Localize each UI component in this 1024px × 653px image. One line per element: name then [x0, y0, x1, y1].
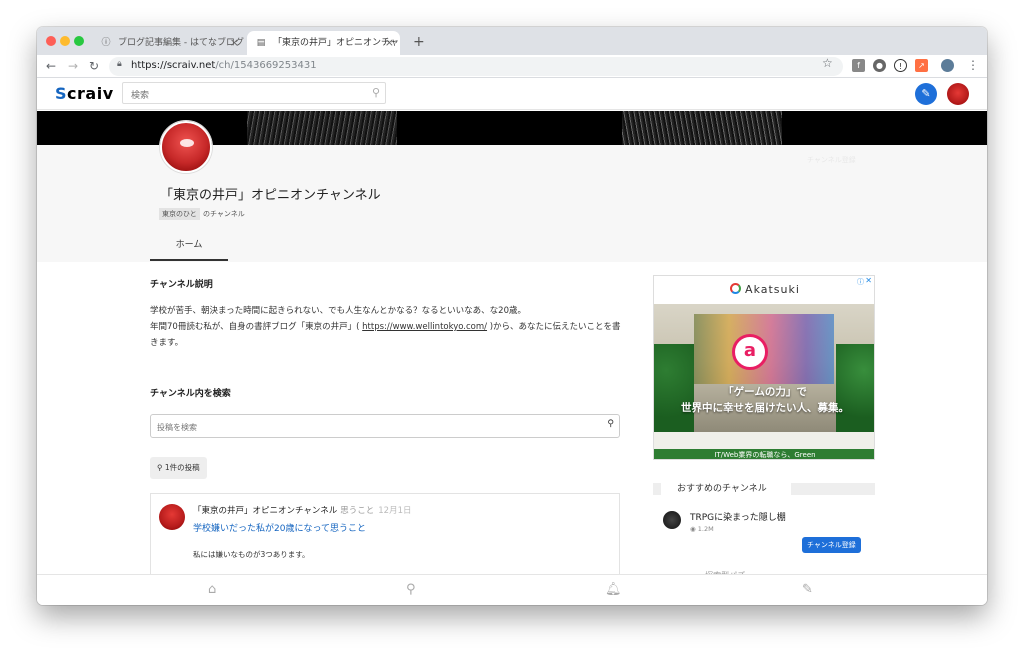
search-icon[interactable]: ⚲	[607, 419, 614, 429]
logo-rest: craiv	[67, 84, 114, 103]
search-icon: ⚲	[157, 463, 165, 472]
ad-brand: Akatsuki	[654, 276, 874, 304]
site-header: Scraiv ⚲ ✎	[37, 78, 987, 110]
extension-f-icon[interactable]: f	[852, 59, 865, 72]
blog-link[interactable]: https://www.wellintokyo.com/	[362, 322, 487, 332]
description-heading: チャンネル説明	[150, 280, 213, 290]
post-card[interactable]: 「東京の井戸」オピニオンチャンネル 思うこと 12月1日 学校嫌いだった私が20歳に…	[150, 493, 620, 583]
back-icon[interactable]: ←	[46, 58, 56, 74]
url-path: /ch/1543669253431	[215, 60, 317, 71]
post-title-link[interactable]: 学校嫌いだった私が20歳になって思うこと	[193, 521, 366, 534]
advertisement[interactable]: Akatsuki ⓘ ✕ a 「ゲームの力」で 世界中に幸せを届けたい人、募集。…	[653, 275, 875, 460]
forward-icon[interactable]: →	[68, 58, 78, 74]
browser-window: ⓘ ブログ記事編集 - はてなブログ × ▤ 「東京の井戸」オピニオンチャンネル…	[37, 27, 987, 605]
recommended-heading-label: おすすめのチャンネル	[673, 483, 771, 495]
eye-icon: ◉	[690, 525, 698, 533]
logo-initial: S	[55, 84, 68, 103]
channel-search-heading: チャンネル内を検索	[150, 389, 231, 399]
tab-close-icon[interactable]: ×	[230, 31, 239, 55]
tab-home[interactable]: ホーム	[150, 233, 228, 261]
reload-icon[interactable]: ↻	[89, 58, 99, 74]
rec-channel-avatar[interactable]	[663, 511, 681, 529]
url-host: https://scraiv.net	[131, 60, 216, 71]
lock-icon: 🔒︎	[117, 59, 122, 69]
banner-image-right	[622, 111, 782, 145]
post-channel-name[interactable]: 「東京の井戸」オピニオンチャンネル	[193, 506, 337, 516]
ad-close-icon[interactable]: ✕	[865, 276, 872, 285]
address-bar[interactable]: 🔒︎ https://scraiv.net/ch/1543669253431	[109, 57, 843, 76]
ad-info-icon[interactable]: ⓘ	[857, 277, 864, 287]
channel-owner-link[interactable]: 東京のひと	[159, 208, 200, 220]
heading-bar	[791, 483, 875, 495]
menu-dots-icon[interactable]: ⋮	[967, 57, 979, 73]
subscribe-button[interactable]: チャンネル登録	[802, 537, 861, 553]
user-avatar[interactable]	[947, 83, 969, 105]
description-line-1: 学校が苦手、朝決まった時間に起きられない、でも人生なんとかなる？なるといいなあ、…	[150, 306, 526, 316]
new-post-button[interactable]: ✎	[915, 83, 937, 105]
rec-channel-name[interactable]: TRPGに染まった隠し棚	[690, 510, 786, 523]
tab-blog-editor[interactable]: ⓘ ブログ記事編集 - はてなブログ ×	[92, 31, 245, 55]
recommended-heading: おすすめのチャンネル	[653, 483, 875, 495]
tab-label: ブログ記事編集 - はてなブログ	[118, 38, 244, 48]
bottom-nav: ⌂ ⚲ 🔔︎ ✎	[37, 574, 987, 605]
post-search-input[interactable]	[151, 416, 591, 439]
home-icon[interactable]: ⌂	[208, 582, 216, 598]
post-count-label: 1件の投稿	[164, 463, 200, 472]
post-category[interactable]: 思うこと	[340, 506, 374, 516]
rec-views-count: 1.2M	[697, 525, 714, 533]
profile-avatar[interactable]	[941, 59, 954, 72]
post-author-avatar[interactable]	[159, 504, 185, 530]
site-search-box: ⚲	[122, 82, 386, 106]
description-text: 年間70冊読む私が、自身の書評ブログ「東京の井戸」(	[150, 322, 363, 332]
new-tab-button[interactable]: +	[413, 31, 425, 53]
page-favicon-icon: ▤	[256, 38, 266, 48]
search-icon[interactable]: ⚲	[406, 582, 416, 598]
scraiv-logo[interactable]: Scraiv	[55, 84, 114, 103]
tab-strip: ⓘ ブログ記事編集 - はてなブログ × ▤ 「東京の井戸」オピニオンチャンネル…	[37, 27, 987, 55]
extension-info-icon[interactable]: !	[894, 59, 907, 72]
subscribe-ghost-text: チャンネル登録	[807, 156, 856, 164]
ad-brand-name: Akatsuki	[745, 283, 800, 296]
post-count-button[interactable]: ⚲ 1件の投稿	[150, 457, 207, 479]
bookmark-star-icon[interactable]: ☆	[822, 56, 833, 70]
ad-footer: IT/Web業界の転職なら、Green	[654, 449, 874, 459]
extension-mask-icon[interactable]: ●	[873, 59, 886, 72]
post-search-box: ⚲	[150, 414, 620, 439]
maximize-window-button[interactable]	[74, 36, 84, 46]
ad-copy: 「ゲームの力」で 世界中に幸せを届けたい人、募集。	[654, 384, 874, 416]
ad-copy-line-1: 「ゲームの力」で	[723, 386, 807, 398]
rec-channel-views: ◉ 1.2M	[690, 525, 714, 533]
channel-owner-suffix: のチャンネル	[203, 210, 245, 218]
tab-close-icon[interactable]: ×	[385, 31, 394, 55]
ad-a-logo-icon: a	[732, 334, 768, 370]
info-icon: ⓘ	[101, 38, 111, 48]
akatsuki-logo-icon	[730, 283, 742, 294]
channel-title: 「東京の井戸」オピニオンチャンネル	[160, 188, 381, 203]
extension-chart-icon[interactable]: ↗	[915, 59, 928, 72]
pencil-plus-icon: ✎	[921, 87, 931, 100]
heading-bar	[653, 483, 661, 495]
bell-icon[interactable]: 🔔︎	[605, 582, 622, 598]
tab-channel[interactable]: ▤ 「東京の井戸」オピニオンチャンネル ×	[247, 31, 400, 55]
pencil-icon[interactable]: ✎	[802, 582, 813, 598]
browser-toolbar: ← → ↻ 🔒︎ https://scraiv.net/ch/154366925…	[37, 55, 987, 78]
post-date: 12月1日	[378, 506, 412, 516]
site-search-input[interactable]	[123, 86, 353, 106]
ad-copy-line-2: 世界中に幸せを届けたい人、募集。	[681, 402, 849, 414]
channel-description: 学校が苦手、朝決まった時間に起きられない、でも人生なんとかなる？なるといいなあ、…	[150, 303, 622, 351]
url-text: https://scraiv.net/ch/1543669253431	[131, 60, 317, 71]
description-line-2: 年間70冊読む私が、自身の書評ブログ「東京の井戸」( https://www.w…	[150, 319, 622, 351]
tab-label: 「東京の井戸」オピニオンチャンネル	[273, 38, 400, 48]
channel-avatar	[160, 121, 212, 173]
banner-image-left	[247, 111, 397, 145]
post-excerpt: 私には嫌いなものが3つあります。	[193, 550, 310, 559]
close-window-button[interactable]	[46, 36, 56, 46]
post-meta: 「東京の井戸」オピニオンチャンネル 思うこと 12月1日	[193, 504, 412, 516]
search-icon[interactable]: ⚲	[372, 86, 380, 99]
minimize-window-button[interactable]	[60, 36, 70, 46]
